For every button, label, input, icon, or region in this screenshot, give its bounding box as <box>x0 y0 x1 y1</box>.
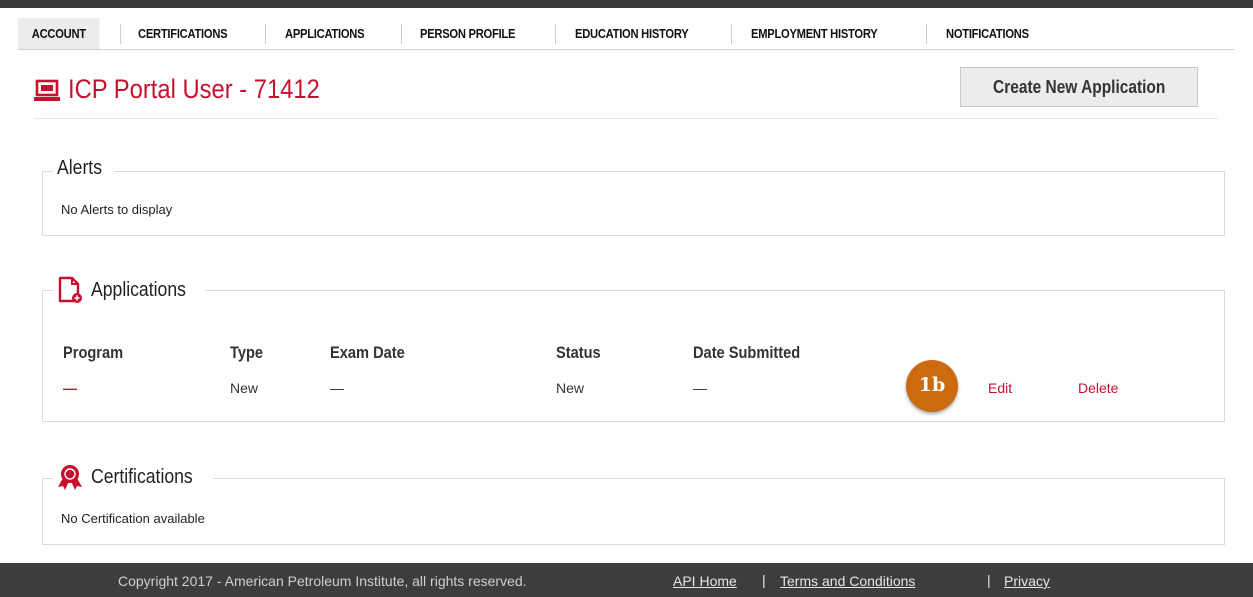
applications-legend-text: Applications <box>91 278 186 301</box>
title-divider <box>34 118 1218 119</box>
create-new-application-button[interactable]: Create New Application <box>960 67 1198 107</box>
laptop-icon <box>34 79 60 101</box>
alerts-legend-text: Alerts <box>57 157 102 179</box>
create-new-application-label: Create New Application <box>992 76 1166 97</box>
footer-separator: | <box>762 572 766 588</box>
tab-account[interactable]: ACCOUNT <box>18 18 100 49</box>
tab-education-history[interactable]: EDUCATION HISTORY <box>575 18 689 49</box>
certifications-legend: Certifications <box>53 464 213 490</box>
certifications-panel: Certifications No Certification availabl… <box>42 464 1225 545</box>
type-cell: New <box>230 380 259 396</box>
applications-legend: Applications <box>53 276 205 304</box>
column-header-status: Status <box>556 343 601 362</box>
page-title-text: ICP Portal User - 71412 <box>68 73 320 104</box>
applications-panel: Applications <box>42 276 1225 422</box>
certifications-message: No Certification available <box>61 511 205 526</box>
tab-certifications[interactable]: CERTIFICATIONS <box>138 18 228 49</box>
delete-link[interactable]: Delete <box>1078 380 1118 396</box>
footer-copyright: Copyright 2017 - American Petroleum Inst… <box>118 573 527 589</box>
tab-separator <box>731 24 732 44</box>
footer-separator: | <box>987 572 991 588</box>
document-plus-icon <box>58 276 82 303</box>
footer: Copyright 2017 - American Petroleum Inst… <box>0 563 1253 597</box>
date-submitted-cell: — <box>693 380 707 396</box>
award-ribbon-icon <box>58 465 82 490</box>
tab-separator <box>555 24 556 44</box>
column-header-program: Program <box>63 343 124 362</box>
alerts-legend: Alerts <box>53 157 115 180</box>
page-title: ICP Portal User - 71412 <box>34 72 354 106</box>
tab-employment-history[interactable]: EMPLOYMENT HISTORY <box>751 18 878 49</box>
main-tabs: ACCOUNT CERTIFICATIONS APPLICATIONS PERS… <box>18 18 1234 50</box>
tab-separator <box>120 24 121 44</box>
status-cell: New <box>556 380 585 396</box>
footer-link-terms[interactable]: Terms and Conditions <box>780 573 915 589</box>
top-bar <box>0 0 1253 8</box>
footer-link-privacy[interactable]: Privacy <box>1004 573 1050 589</box>
exam-date-cell: — <box>330 380 344 396</box>
column-header-type: Type <box>230 343 264 362</box>
tab-separator <box>926 24 927 44</box>
program-cell: — <box>63 380 77 396</box>
tab-separator <box>401 24 402 44</box>
footer-link-api-home[interactable]: API Home <box>673 573 737 589</box>
certifications-legend-text: Certifications <box>91 465 193 488</box>
alerts-message: No Alerts to display <box>61 202 173 217</box>
tab-notifications[interactable]: NOTIFICATIONS <box>946 18 1029 49</box>
alerts-panel: Alerts No Alerts to display <box>42 157 1225 236</box>
tab-separator <box>265 24 266 44</box>
tab-person-profile[interactable]: PERSON PROFILE <box>420 18 515 49</box>
tab-applications[interactable]: APPLICATIONS <box>285 18 365 49</box>
column-header-exam-date: Exam Date <box>330 343 405 362</box>
callout-badge: 1b <box>906 360 958 412</box>
column-header-date-submitted: Date Submitted <box>693 343 801 362</box>
edit-link[interactable]: Edit <box>988 380 1012 396</box>
